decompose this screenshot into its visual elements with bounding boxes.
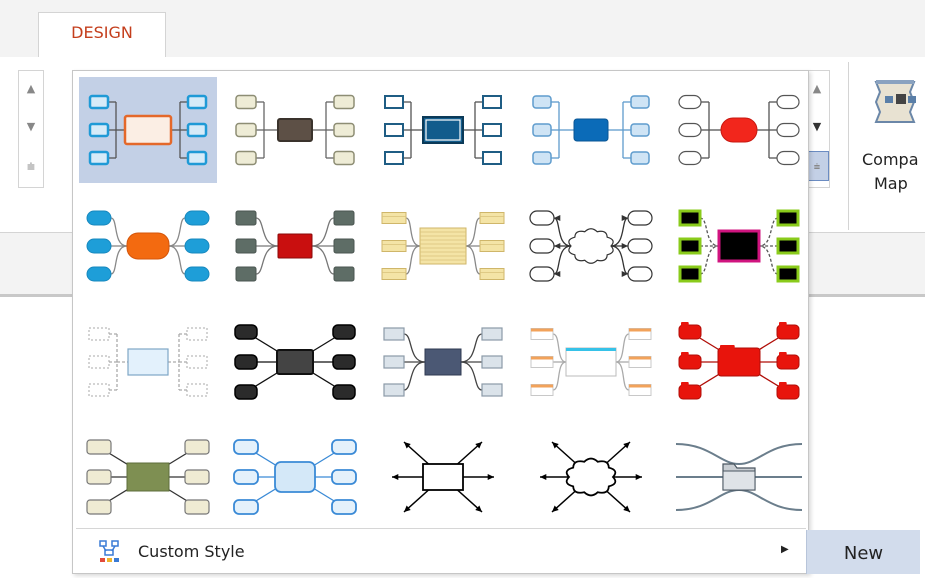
chevron-up-icon[interactable]: ▲ [19,73,43,105]
map-style-thumbnail[interactable] [374,193,512,299]
tab-design[interactable]: DESIGN [38,12,166,58]
map-style-thumbnail[interactable] [670,309,808,415]
map-style-preview-icon [529,210,653,282]
chevron-down-icon[interactable]: ▼ [19,111,43,143]
map-style-thumbnail[interactable] [79,77,217,183]
map-style-thumbnail[interactable] [522,193,660,299]
map-style-thumbnail[interactable] [79,309,217,415]
map-style-preview-icon [381,212,505,280]
map-style-thumbnail[interactable] [79,424,217,530]
map-style-thumbnail[interactable] [226,424,364,530]
map-style-thumbnail[interactable] [226,77,364,183]
map-style-thumbnail[interactable] [226,309,364,415]
map-style-preview-icon [233,439,357,515]
map-style-preview-icon [235,94,355,166]
map-style-thumbnail[interactable] [670,424,808,530]
map-style-preview-icon [530,328,652,396]
map-style-preview-icon [540,441,642,513]
map-style-preview-icon [88,327,208,397]
compact-map-button-label[interactable]: Compa Map [862,148,925,196]
map-style-thumbnail[interactable] [79,193,217,299]
custom-style-menu-item[interactable]: Custom Style ▶ [76,530,804,574]
map-style-preview-icon [86,210,210,282]
map-style-preview-icon [678,94,800,166]
map-style-thumbnail[interactable] [374,309,512,415]
map-style-thumbnail[interactable] [670,193,808,299]
custom-style-label: Custom Style [138,542,245,561]
more-icon[interactable]: ⩧ [19,151,43,183]
gallery-scroll-left: ▲ ▼ ⩧ [18,70,44,188]
map-style-preview-icon [383,327,503,397]
gallery-footer-divider [76,528,806,529]
map-style-thumbnail[interactable] [226,193,364,299]
map-style-preview-icon [675,443,803,511]
map-style-preview-icon [678,322,800,400]
new-button[interactable]: New [806,530,920,574]
map-style-preview-icon [678,209,800,283]
map-style-thumbnail[interactable] [374,77,512,183]
map-style-thumbnail[interactable] [670,77,808,183]
map-style-thumbnail[interactable] [374,424,512,530]
map-style-preview-icon [384,95,502,165]
compact-map-label-line1: Compa [862,150,919,169]
map-style-thumbnail[interactable] [522,77,660,183]
map-style-preview-icon [235,210,355,282]
map-style-preview-icon [86,439,210,515]
map-style-thumbnail[interactable] [522,424,660,530]
ribbon-group-divider [848,62,849,230]
custom-style-icon [99,540,119,562]
map-style-preview-icon [88,94,208,166]
map-style-preview-icon [532,95,650,165]
map-style-preview-icon [234,324,356,400]
map-style-preview-icon [392,441,494,513]
compact-map-label-line2: Map [874,174,908,193]
compact-map-icon[interactable] [872,78,925,124]
submenu-arrow-icon: ▶ [781,544,789,555]
map-style-thumbnail[interactable] [522,309,660,415]
map-style-gallery [72,70,809,574]
